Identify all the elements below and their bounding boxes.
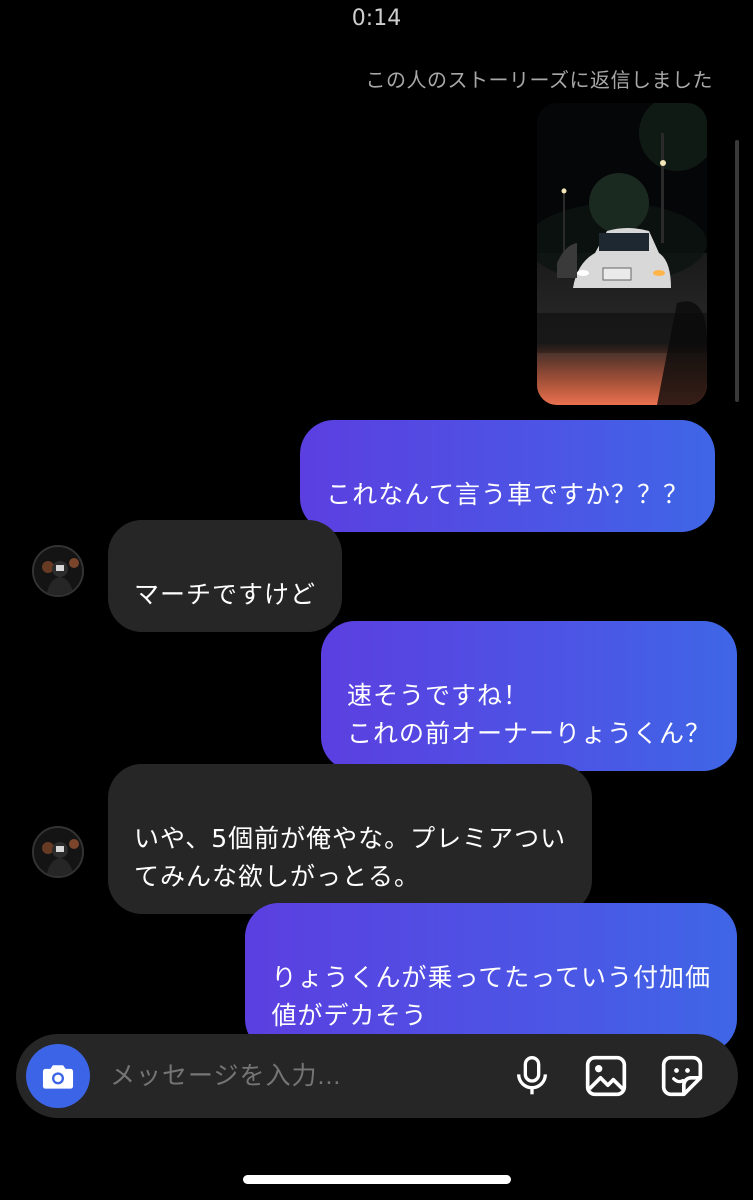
story-image	[537, 103, 707, 405]
microphone-button[interactable]	[510, 1054, 554, 1098]
gallery-icon	[585, 1055, 627, 1097]
message-text: 速そうですね！ これの前オーナーりょうくん？	[346, 681, 711, 748]
avatar[interactable]	[32, 545, 84, 597]
story-thumbnail[interactable]	[537, 103, 707, 405]
chat-screen: 0:14 この人のストーリーズに返信しました これなんて言う車ですか？？？ マー…	[0, 0, 753, 1200]
home-indicator[interactable]	[243, 1175, 511, 1184]
microphone-icon	[517, 1056, 547, 1095]
message-text: りょうくんが乗ってたっていう付加価 値がデカそう	[271, 963, 711, 1030]
message-text: マーチですけど	[134, 580, 317, 609]
message-outgoing[interactable]: これなんて言う車ですか？？？	[300, 420, 715, 532]
avatar-image	[34, 547, 82, 595]
message-outgoing[interactable]: 速そうですね！ これの前オーナーりょうくん？	[320, 621, 737, 771]
camera-button[interactable]	[26, 1044, 90, 1108]
message-composer	[16, 1034, 738, 1118]
message-incoming[interactable]: マーチですけど	[108, 520, 343, 632]
message-outgoing[interactable]: りょうくんが乗ってたっていう付加価 値がデカそう	[245, 903, 737, 1053]
message-text: いや、5個前が俺やな。プレミアつい てみんな欲しがっとる。	[134, 824, 567, 891]
scrollbar[interactable]	[735, 140, 739, 402]
story-reply-note: この人のストーリーズに返信しました	[365, 68, 713, 92]
status-time: 0:14	[351, 6, 402, 31]
gallery-button[interactable]	[584, 1054, 628, 1098]
message-input[interactable]	[110, 1034, 490, 1118]
message-incoming[interactable]: いや、5個前が俺やな。プレミアつい てみんな欲しがっとる。	[108, 764, 593, 914]
message-text: これなんて言う車ですか？？？	[326, 480, 689, 509]
avatar[interactable]	[32, 826, 84, 878]
sticker-button[interactable]	[660, 1054, 704, 1098]
camera-icon	[42, 1065, 74, 1089]
sticker-icon	[661, 1055, 703, 1097]
avatar-image	[34, 828, 82, 876]
